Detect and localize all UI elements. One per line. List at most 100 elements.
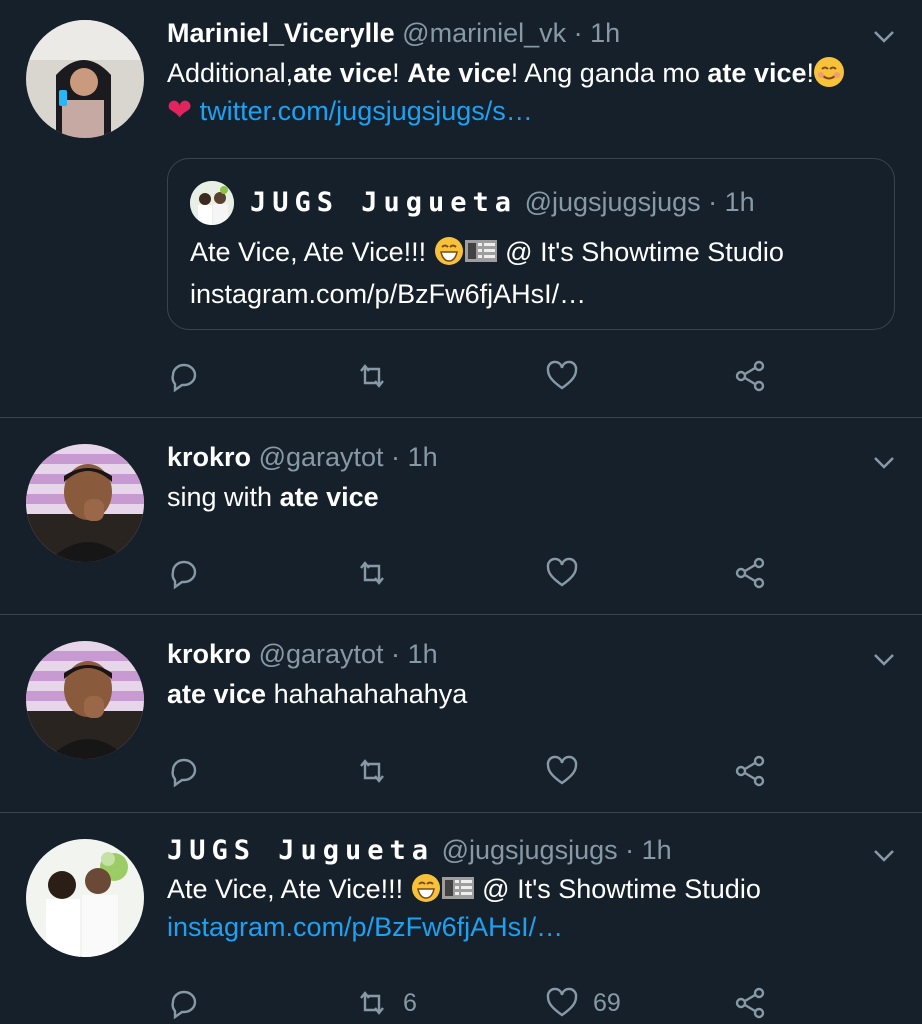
like-icon (546, 557, 578, 587)
text-segment: ! (392, 58, 408, 88)
reply-icon (171, 363, 197, 393)
like-icon (546, 987, 578, 1017)
chevron-down-icon[interactable] (872, 647, 896, 671)
like-icon (546, 360, 578, 390)
share-button[interactable] (733, 983, 767, 1023)
retweet-icon (360, 364, 384, 388)
retweet-button[interactable]: 6 (355, 983, 417, 1023)
reply-button[interactable] (167, 751, 201, 791)
text-segment: ! Ang ganda mo (510, 58, 708, 88)
like-button[interactable]: 69 (545, 983, 621, 1023)
text-segment: hahahahahahya (266, 679, 468, 709)
separator-dot: · (625, 835, 635, 865)
tweet[interactable]: krokro @garaytot · 1h ate vice hahahahah… (0, 615, 922, 813)
like-icon (546, 755, 578, 785)
author-name[interactable]: krokro (167, 639, 251, 669)
highlight-text: ate vice (293, 58, 393, 88)
chevron-down-icon[interactable] (872, 843, 896, 867)
grinning-face-emoji (434, 236, 464, 266)
like-count: 69 (593, 988, 621, 1017)
retweet-count: 6 (403, 988, 417, 1017)
avatar[interactable] (26, 839, 144, 957)
retweet-icon (360, 991, 384, 1015)
separator-dot: · (391, 639, 401, 669)
tweet-actions: 6 69 (167, 983, 807, 1023)
reply-button[interactable] (167, 553, 201, 593)
reply-icon (171, 758, 197, 788)
retweet-icon (360, 561, 384, 585)
tweet-actions (167, 356, 807, 396)
quoted-avatar[interactable] (190, 181, 234, 225)
film-frames-emoji (441, 877, 474, 899)
chevron-down-icon[interactable] (872, 24, 896, 48)
timestamp[interactable]: 1h (590, 18, 620, 48)
share-icon (735, 557, 765, 589)
avatar[interactable] (26, 444, 144, 562)
share-button[interactable] (733, 356, 767, 396)
quoted-author-name[interactable]: JUGS Jugueta (250, 187, 517, 218)
text-segment: sing with (167, 482, 280, 512)
reply-button[interactable] (167, 983, 201, 1023)
like-button[interactable] (545, 751, 579, 791)
retweet-button[interactable] (355, 553, 389, 593)
author-handle: @jugsjugsjugs (441, 835, 618, 865)
tweet-text: ate vice hahahahahahya (167, 675, 862, 713)
reply-button[interactable] (167, 356, 201, 396)
timeline: Mariniel_Vicerylle @mariniel_vk · 1h Add… (0, 0, 922, 1024)
author-name[interactable]: krokro (167, 442, 251, 472)
quoted-tweet[interactable]: JUGS Jugueta @jugsjugsjugs · 1h Ate Vice… (167, 158, 895, 330)
retweet-button[interactable] (355, 751, 389, 791)
tweet[interactable]: Mariniel_Vicerylle @mariniel_vk · 1h Add… (0, 0, 922, 418)
timestamp[interactable]: 1h (642, 835, 672, 865)
separator-dot: · (573, 18, 583, 48)
share-button[interactable] (733, 751, 767, 791)
film-frames-emoji (464, 240, 497, 262)
like-button[interactable] (545, 553, 579, 593)
author-name[interactable]: Mariniel_Vicerylle (167, 18, 395, 48)
reply-icon (171, 560, 197, 590)
share-icon (735, 987, 765, 1019)
share-icon (735, 755, 765, 787)
author-handle: @garaytot (258, 639, 384, 669)
quoted-text: Ate Vice, Ate Vice!!! @ It's Showtime St… (190, 231, 874, 315)
retweet-button[interactable] (355, 356, 389, 396)
quoted-link[interactable]: instagram.com/p/BzFw6fjAHsI/… (190, 279, 586, 309)
quoted-timestamp: 1h (724, 187, 755, 217)
tweet-actions (167, 751, 807, 791)
grinning-face-emoji (411, 873, 441, 903)
separator-dot: · (391, 442, 401, 472)
tweet-actions (167, 553, 807, 593)
separator-dot: · (708, 187, 718, 217)
smiling-face-emoji (814, 57, 844, 87)
highlight-text: Ate vice (407, 58, 511, 88)
tweet-text: Additional,ate vice! Ate vice! Ang ganda… (167, 54, 862, 130)
tweet-link[interactable]: twitter.com/jugsjugsjugs/s… (200, 96, 533, 126)
avatar[interactable] (26, 20, 144, 138)
highlight-text: ate vice (279, 482, 379, 512)
like-button[interactable] (545, 356, 579, 396)
share-button[interactable] (733, 553, 767, 593)
text-segment: Ate Vice, Ate Vice!!! (167, 874, 411, 904)
text-segment: Additional, (167, 58, 294, 88)
author-handle: @garaytot (258, 442, 384, 472)
highlight-text: ate vice (167, 679, 267, 709)
highlight-text: ate vice (707, 58, 807, 88)
reply-icon (171, 990, 197, 1020)
text-segment: @ It's Showtime Studio (474, 874, 761, 904)
text-segment: ! (806, 58, 814, 88)
tweet[interactable]: krokro @garaytot · 1h sing with ate vice (0, 418, 922, 615)
text-segment: @ It's Showtime Studio (497, 237, 784, 267)
timestamp[interactable]: 1h (408, 639, 438, 669)
author-name[interactable]: JUGS Jugueta (167, 835, 434, 866)
author-handle: @mariniel_vk (402, 18, 567, 48)
tweet[interactable]: JUGS Jugueta @jugsjugsjugs · 1h Ate Vice… (0, 813, 922, 1024)
share-icon (735, 360, 765, 392)
text-segment: Ate Vice, Ate Vice!!! (190, 237, 434, 267)
chevron-down-icon[interactable] (872, 450, 896, 474)
timestamp[interactable]: 1h (408, 442, 438, 472)
tweet-link[interactable]: instagram.com/p/BzFw6fjAHsI/… (167, 912, 563, 942)
heart-emoji: ❤ (167, 94, 193, 127)
avatar[interactable] (26, 641, 144, 759)
quoted-author-handle: @jugsjugsjugs (524, 187, 701, 217)
tweet-text: Ate Vice, Ate Vice!!! @ It's Showtime St… (167, 870, 862, 946)
